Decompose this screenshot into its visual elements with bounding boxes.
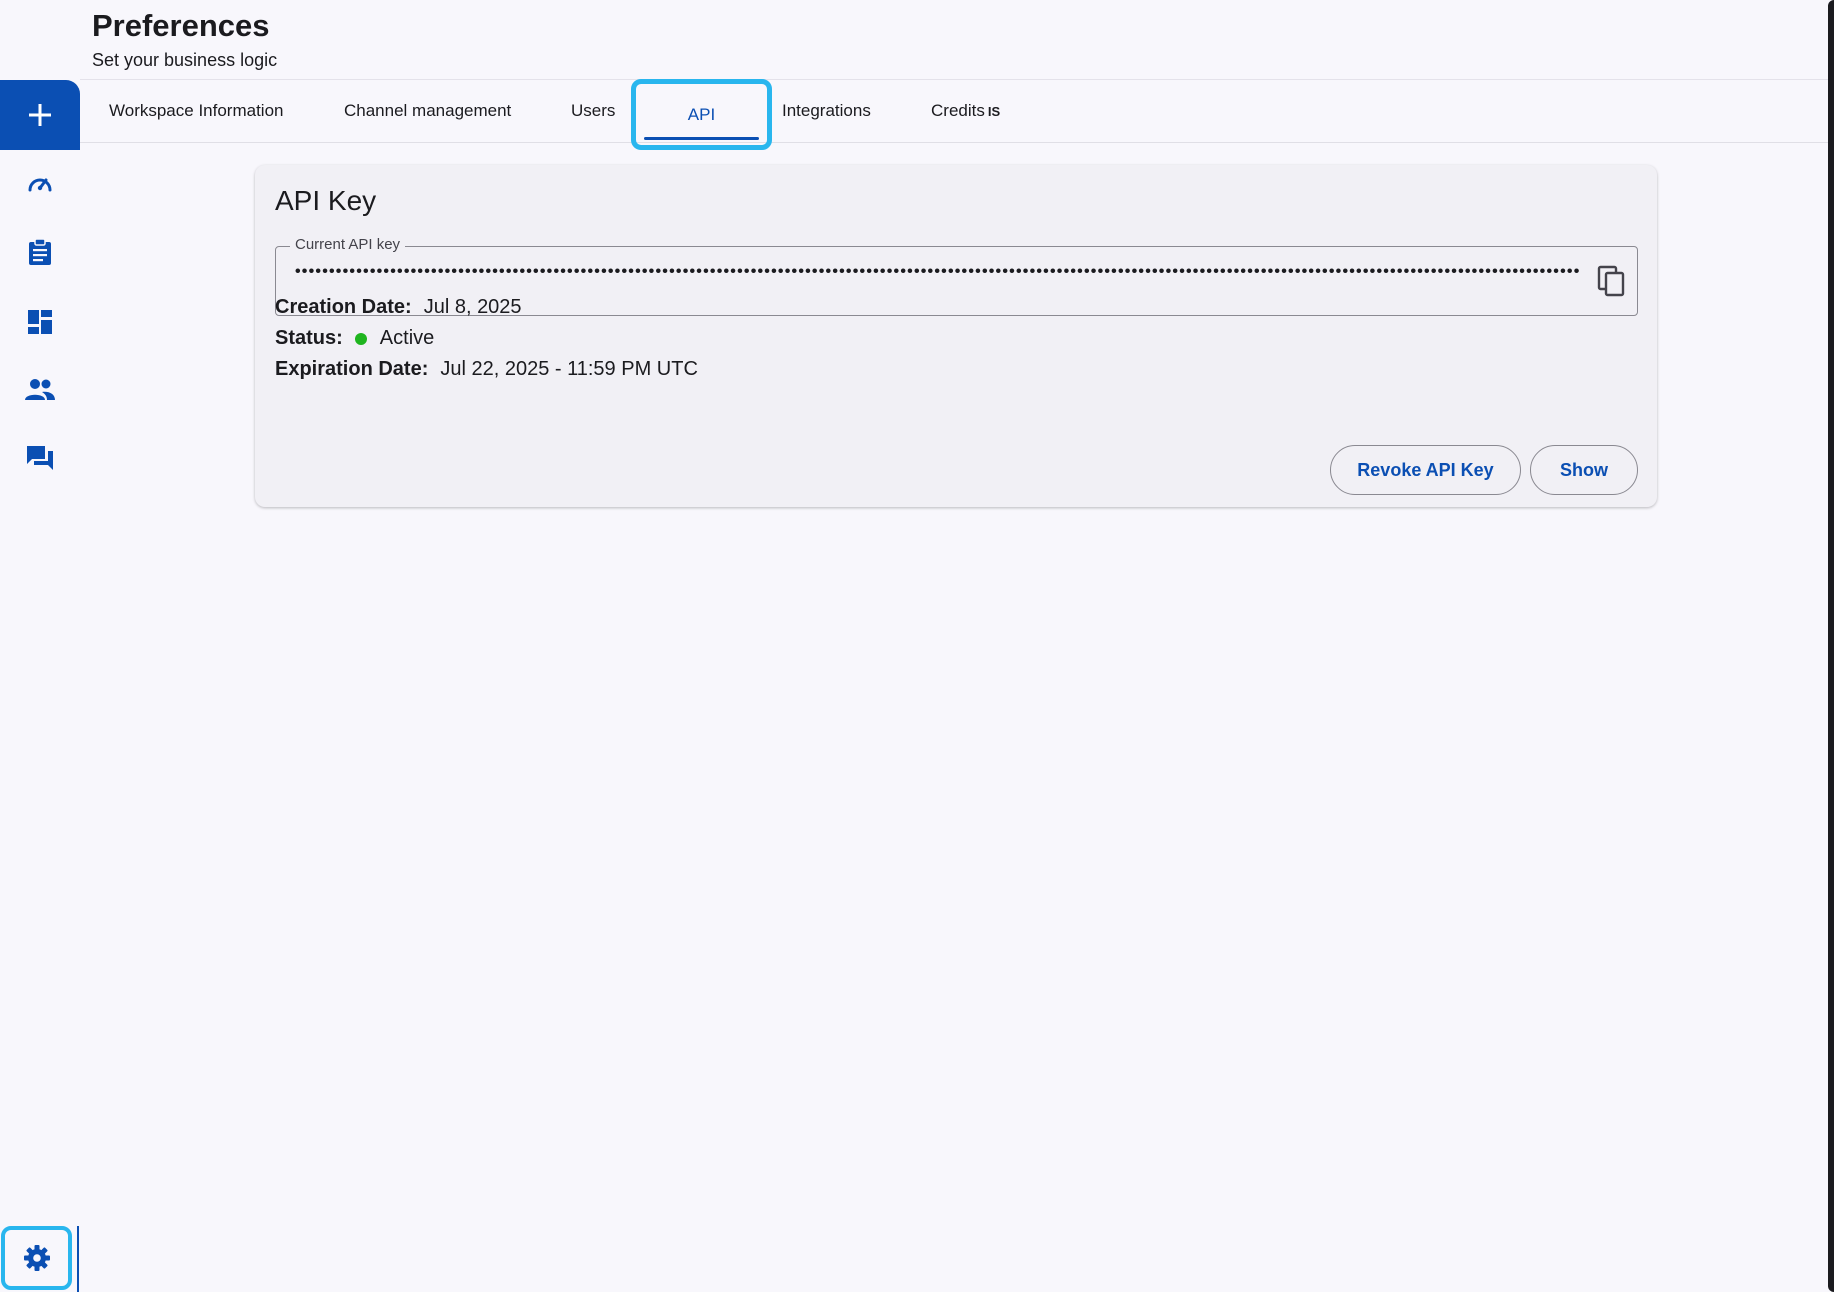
show-button[interactable]: Show	[1530, 445, 1638, 495]
window-edge	[1828, 0, 1834, 1292]
sidebar-item-boards[interactable]	[20, 302, 60, 342]
preferences-tabs: Workspace Information Channel management…	[80, 79, 1828, 150]
tab-active-indicator	[644, 137, 759, 140]
tab-credits-label: Credits	[931, 101, 985, 120]
tab-api[interactable]: API	[631, 79, 772, 150]
status-dot-icon	[354, 332, 367, 345]
add-button[interactable]	[0, 80, 80, 150]
page-subtitle: Set your business logic	[92, 50, 278, 70]
tab-integrations[interactable]: Integrations	[782, 80, 871, 142]
creation-date: Creation Date: Jul 8, 2025	[275, 296, 522, 319]
tab-api-label: API	[687, 104, 716, 124]
copy-icon	[1597, 265, 1625, 297]
creation-date-label: Creation Date:	[275, 296, 412, 318]
chat-icon	[27, 446, 53, 470]
copy-button[interactable]	[1597, 265, 1627, 297]
dashboard-icon	[28, 310, 52, 334]
sidebar-item-users[interactable]	[20, 370, 60, 410]
sidebar-item-tasks[interactable]	[20, 232, 60, 272]
expiration-date-label: Expiration Date:	[275, 358, 429, 380]
sidebar-item-conversations[interactable]	[20, 438, 60, 478]
tab-credits[interactable]: Credits IS	[931, 80, 1000, 142]
status-label: Status:	[275, 327, 343, 349]
page-title: Preferences	[92, 8, 270, 43]
revoke-api-key-button[interactable]: Revoke API Key	[1330, 445, 1521, 495]
status-value: Active	[379, 327, 435, 349]
status: Status: Active	[275, 327, 434, 350]
tab-users[interactable]: Users	[571, 80, 615, 142]
settings-button[interactable]	[1, 1226, 72, 1290]
speedometer-icon	[28, 178, 52, 192]
expiration-date: Expiration Date: Jul 22, 2025 - 11:59 PM…	[275, 358, 698, 381]
api-key-card: API Key Current API key ••••••••••••••••…	[255, 165, 1657, 507]
tab-workspace-information[interactable]: Workspace Information	[109, 80, 283, 142]
api-key-masked-value: ••••••••••••••••••••••••••••••••••••••••…	[295, 263, 1580, 280]
expiration-date-value: Jul 22, 2025 - 11:59 PM UTC	[440, 358, 698, 380]
sidebar-item-dashboard-speed[interactable]	[20, 164, 60, 204]
creation-date-value: Jul 8, 2025	[423, 296, 522, 318]
card-title: API Key	[275, 185, 377, 216]
clipboard-icon	[29, 238, 51, 265]
api-key-field-label: Current API key	[290, 236, 406, 253]
tab-channel-management[interactable]: Channel management	[344, 80, 511, 142]
sidebar-active-indicator	[77, 1226, 79, 1292]
plus-icon	[29, 104, 51, 126]
tab-credits-suffix: IS	[987, 103, 1001, 119]
gear-icon	[23, 1245, 50, 1271]
sidebar	[0, 80, 80, 1292]
people-icon	[25, 379, 55, 400]
